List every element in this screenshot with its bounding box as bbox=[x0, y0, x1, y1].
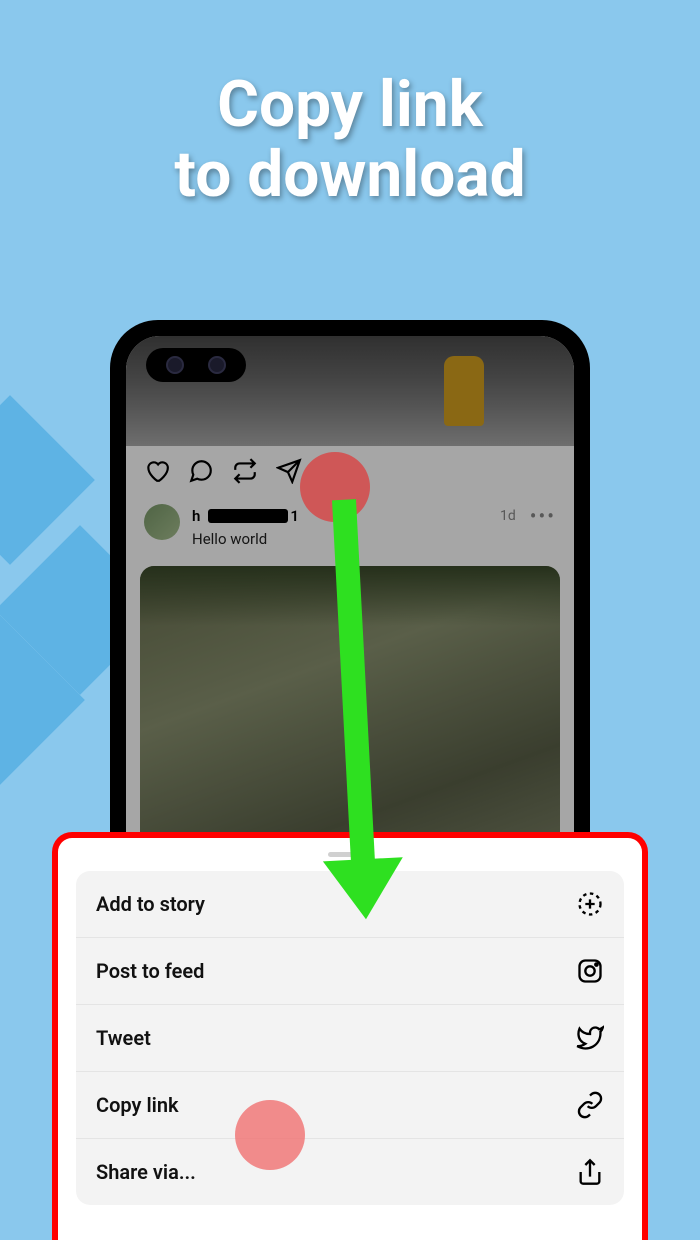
sheet-item-copy-link[interactable]: Copy link bbox=[76, 1072, 624, 1139]
sheet-label: Post to feed bbox=[96, 959, 204, 983]
timestamp: 1d bbox=[500, 508, 516, 524]
highlight-dot-copylink bbox=[235, 1100, 305, 1170]
sheet-label: Add to story bbox=[96, 892, 205, 916]
add-story-icon bbox=[576, 890, 604, 918]
avatar[interactable] bbox=[144, 504, 180, 540]
sheet-label: Tweet bbox=[96, 1026, 151, 1050]
like-icon[interactable] bbox=[144, 458, 170, 484]
sheet-item-share-via[interactable]: Share via... bbox=[76, 1139, 624, 1205]
headline-line2: to download bbox=[0, 140, 700, 210]
username-redacted bbox=[208, 509, 288, 523]
comment-icon[interactable] bbox=[188, 458, 214, 484]
sheet-item-tweet[interactable]: Tweet bbox=[76, 1005, 624, 1072]
twitter-icon bbox=[576, 1024, 604, 1052]
post-caption: Hello world bbox=[192, 530, 556, 548]
repost-icon[interactable] bbox=[232, 458, 258, 484]
headline-line1: Copy link bbox=[0, 70, 700, 140]
more-icon[interactable]: ••• bbox=[530, 504, 556, 528]
camera-punchhole bbox=[146, 348, 246, 382]
instagram-icon bbox=[576, 957, 604, 985]
link-icon bbox=[576, 1091, 604, 1119]
sheet-label: Copy link bbox=[96, 1093, 179, 1117]
sheet-label: Share via... bbox=[96, 1160, 196, 1184]
username-prefix: h bbox=[192, 507, 200, 525]
share-icon bbox=[576, 1158, 604, 1186]
page-title: Copy link to download bbox=[0, 0, 700, 211]
send-icon[interactable] bbox=[276, 458, 302, 484]
username-suffix: 1 bbox=[290, 507, 299, 525]
sheet-item-post-feed[interactable]: Post to feed bbox=[76, 938, 624, 1005]
